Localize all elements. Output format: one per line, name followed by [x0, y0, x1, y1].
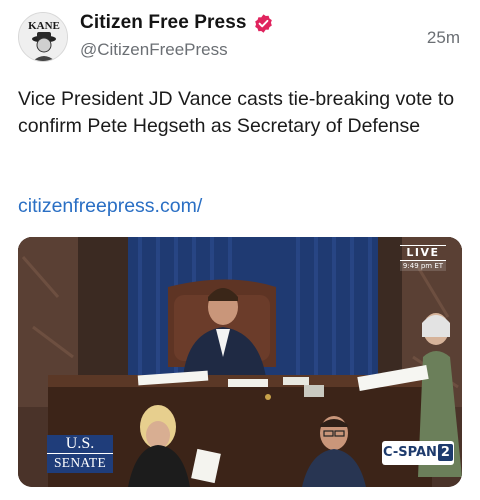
post-card[interactable]: KANE Citizen Free Press @CitizenFreePres… — [0, 0, 480, 500]
live-badge-time: 9:49 pm ET — [400, 261, 446, 271]
author-names: Citizen Free Press @CitizenFreePress — [80, 12, 274, 60]
live-badge-label: LIVE — [400, 245, 446, 261]
cspan-logo-prefix: C-SPAN — [383, 445, 437, 460]
cspan-logo: C-SPAN 2 — [382, 441, 454, 465]
senate-logo-line1: U.S. — [65, 435, 95, 452]
author-handle[interactable]: @CitizenFreePress — [80, 40, 274, 60]
live-badge: LIVE 9:49 pm ET — [400, 245, 446, 271]
avatar-logo-text: KANE — [28, 20, 60, 32]
avatar-image: KANE — [19, 13, 67, 61]
post-header: KANE Citizen Free Press @CitizenFreePres… — [18, 12, 462, 64]
author-display-name[interactable]: Citizen Free Press — [80, 12, 247, 34]
post-link[interactable]: citizenfreepress.com/ — [18, 195, 202, 218]
senate-logo-line2: SENATE — [47, 453, 113, 471]
us-senate-logo: U.S. SENATE — [47, 435, 113, 473]
cspan-logo-number: 2 — [437, 444, 453, 461]
verified-badge-icon — [254, 13, 272, 33]
post-body-text: Vice President JD Vance casts tie-breaki… — [18, 88, 455, 137]
avatar[interactable]: KANE — [18, 12, 68, 62]
post-timestamp[interactable]: 25m — [427, 28, 460, 48]
post-media-image[interactable]: LIVE 9:49 pm ET U.S. SENATE C-SPAN 2 — [18, 237, 462, 487]
